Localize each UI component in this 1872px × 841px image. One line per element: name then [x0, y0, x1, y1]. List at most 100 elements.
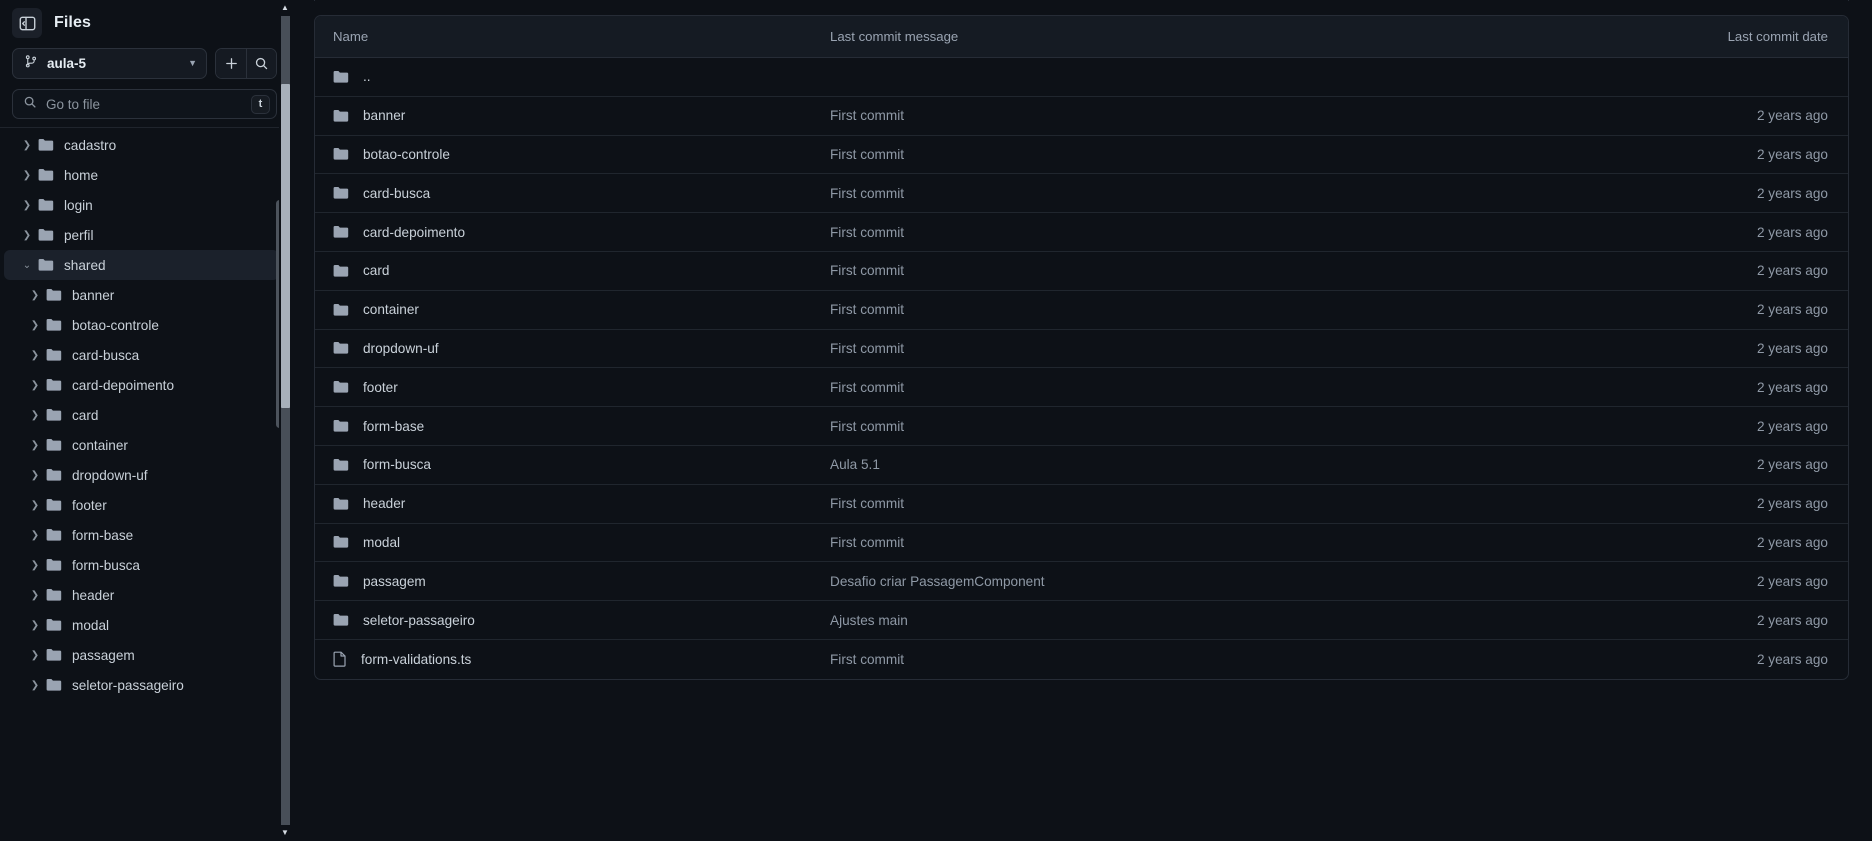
- cell-name[interactable]: form-validations.ts: [315, 651, 830, 668]
- folder-icon: [333, 264, 349, 278]
- table-row[interactable]: form-busca Aula 5.1 2 years ago: [315, 446, 1848, 485]
- tree-item-label: seletor-passageiro: [72, 677, 184, 693]
- commit-message-label: Ajustes main: [830, 612, 908, 628]
- tree-item-container[interactable]: ❯ container: [4, 430, 279, 460]
- table-row[interactable]: form-base First commit 2 years ago: [315, 407, 1848, 446]
- cell-name[interactable]: card: [315, 263, 830, 278]
- commit-date-label: 2 years ago: [1756, 146, 1828, 162]
- file-name-label: modal: [363, 534, 401, 550]
- table-row[interactable]: card-depoimento First commit 2 years ago: [315, 213, 1848, 252]
- table-row[interactable]: modal First commit 2 years ago: [315, 524, 1848, 563]
- chevron-down-icon[interactable]: ⌄: [16, 260, 38, 271]
- cell-name[interactable]: header: [315, 496, 830, 511]
- tree-item-header[interactable]: ❯ header: [4, 580, 279, 610]
- tree-item-partial[interactable]: ❯: [4, 128, 279, 130]
- tree-item-shared[interactable]: ⌄ shared: [4, 250, 279, 280]
- tree-item-footer[interactable]: ❯ footer: [4, 490, 279, 520]
- cell-name[interactable]: card-depoimento: [315, 225, 830, 240]
- chevron-right-icon[interactable]: ❯: [24, 650, 46, 661]
- search-icon[interactable]: [246, 49, 276, 78]
- table-row[interactable]: botao-controle First commit 2 years ago: [315, 136, 1848, 175]
- tree-item-botao-controle[interactable]: ❯ botao-controle: [4, 310, 279, 340]
- folder-icon: [333, 225, 349, 239]
- chevron-right-icon[interactable]: ❯: [24, 350, 46, 361]
- chevron-right-icon[interactable]: ❯: [24, 320, 46, 331]
- tree-item-home[interactable]: ❯ home: [4, 160, 279, 190]
- tree-item-card-depoimento[interactable]: ❯ card-depoimento: [4, 370, 279, 400]
- caret-up-icon[interactable]: ▲: [281, 0, 289, 16]
- cell-name[interactable]: seletor-passageiro: [315, 613, 830, 628]
- page-title: Files: [54, 14, 91, 31]
- folder-icon: [333, 147, 349, 161]
- table-row[interactable]: seletor-passageiro Ajustes main 2 years ag…: [315, 601, 1848, 640]
- chevron-right-icon[interactable]: ❯: [24, 500, 46, 511]
- folder-icon: [38, 258, 54, 272]
- tree-item-card-busca[interactable]: ❯ card-busca: [4, 340, 279, 370]
- cell-name[interactable]: form-base: [315, 419, 830, 434]
- table-row[interactable]: card-busca First commit 2 years ago: [315, 174, 1848, 214]
- table-row[interactable]: banner First commit 2 years ago: [315, 97, 1848, 136]
- main-scrollbar-thumb[interactable]: [280, 84, 290, 408]
- main-scrollbar[interactable]: ▲ ▼: [279, 0, 291, 841]
- tree-item-cadastro[interactable]: ❯ cadastro: [4, 130, 279, 160]
- tree-item-passagem[interactable]: ❯ passagem: [4, 640, 279, 670]
- cell-name[interactable]: modal: [315, 535, 830, 550]
- cell-name[interactable]: card-busca: [315, 186, 830, 201]
- cell-name[interactable]: ..: [315, 69, 830, 84]
- table-row[interactable]: container First commit 2 years ago: [315, 291, 1848, 330]
- chevron-right-icon[interactable]: ❯: [24, 410, 46, 421]
- tree-item-perfil[interactable]: ❯ perfil: [4, 220, 279, 250]
- tree-item-modal[interactable]: ❯ modal: [4, 610, 279, 640]
- chevron-right-icon[interactable]: ❯: [16, 230, 38, 241]
- folder-icon: [46, 408, 62, 422]
- chevron-right-icon[interactable]: ❯: [24, 470, 46, 481]
- tree-item-card[interactable]: ❯ card: [4, 400, 279, 430]
- table-row[interactable]: card First commit 2 years ago: [315, 252, 1848, 291]
- chevron-right-icon[interactable]: ❯: [16, 140, 38, 151]
- chevron-right-icon[interactable]: ❯: [24, 380, 46, 391]
- caret-down-icon[interactable]: ▼: [281, 825, 289, 841]
- chevron-right-icon[interactable]: ❯: [24, 560, 46, 571]
- plus-icon[interactable]: [216, 49, 246, 78]
- table-header-row: Name Last commit message Last commit dat…: [315, 16, 1848, 58]
- tree-item-seletor-passageiro[interactable]: ❯ seletor-passageiro: [4, 670, 279, 700]
- chevron-right-icon[interactable]: ❯: [24, 680, 46, 691]
- table-row[interactable]: ..: [315, 58, 1848, 97]
- branch-name: aula-5: [47, 56, 87, 71]
- panel-collapse-icon[interactable]: [12, 8, 42, 38]
- cell-name[interactable]: dropdown-uf: [315, 341, 830, 356]
- cell-name[interactable]: form-busca: [315, 457, 830, 472]
- table-row[interactable]: dropdown-uf First commit 2 years ago: [315, 330, 1848, 369]
- chevron-right-icon[interactable]: ❯: [16, 200, 38, 211]
- table-row[interactable]: header First commit 2 years ago: [315, 485, 1848, 524]
- table-row[interactable]: form-validations.ts First commit 2 years a…: [315, 640, 1848, 679]
- chevron-right-icon[interactable]: ❯: [24, 590, 46, 601]
- chevron-right-icon[interactable]: ❯: [24, 440, 46, 451]
- chevron-right-icon[interactable]: ❯: [16, 170, 38, 181]
- column-header-name: Name: [333, 29, 369, 44]
- chevron-right-icon[interactable]: ❯: [24, 620, 46, 631]
- file-name-label: banner: [363, 108, 406, 124]
- cell-name[interactable]: passagem: [315, 574, 830, 589]
- tree-item-dropdown-uf[interactable]: ❯ dropdown-uf: [4, 460, 279, 490]
- tree-item-label: passagem: [72, 647, 135, 663]
- table-row[interactable]: footer First commit 2 years ago: [315, 368, 1848, 408]
- tree-item-label: shared: [64, 257, 106, 273]
- cell-name[interactable]: footer: [315, 380, 830, 395]
- table-row[interactable]: passagem Desafio criar PassagemComponent 2…: [315, 562, 1848, 602]
- cell-name[interactable]: banner: [315, 108, 830, 123]
- cell-name[interactable]: container: [315, 302, 830, 317]
- tree-item-form-base[interactable]: ❯ form-base: [4, 520, 279, 550]
- tree-item-login[interactable]: ❯ login: [4, 190, 279, 220]
- tree-item-banner[interactable]: ❯ banner: [4, 280, 279, 310]
- search-input[interactable]: [46, 96, 242, 112]
- tree-item-label: perfil: [64, 227, 94, 243]
- chevron-right-icon[interactable]: ❯: [24, 290, 46, 301]
- cell-name[interactable]: botao-controle: [315, 147, 830, 162]
- branch-selector[interactable]: aula-5 ▼: [12, 48, 207, 79]
- tree-item-form-busca[interactable]: ❯ form-busca: [4, 550, 279, 580]
- chevron-right-icon[interactable]: ❯: [24, 530, 46, 541]
- main-scrollbar-track[interactable]: [280, 16, 290, 825]
- branch-actions: [215, 48, 277, 79]
- go-to-file-box[interactable]: t: [12, 89, 277, 119]
